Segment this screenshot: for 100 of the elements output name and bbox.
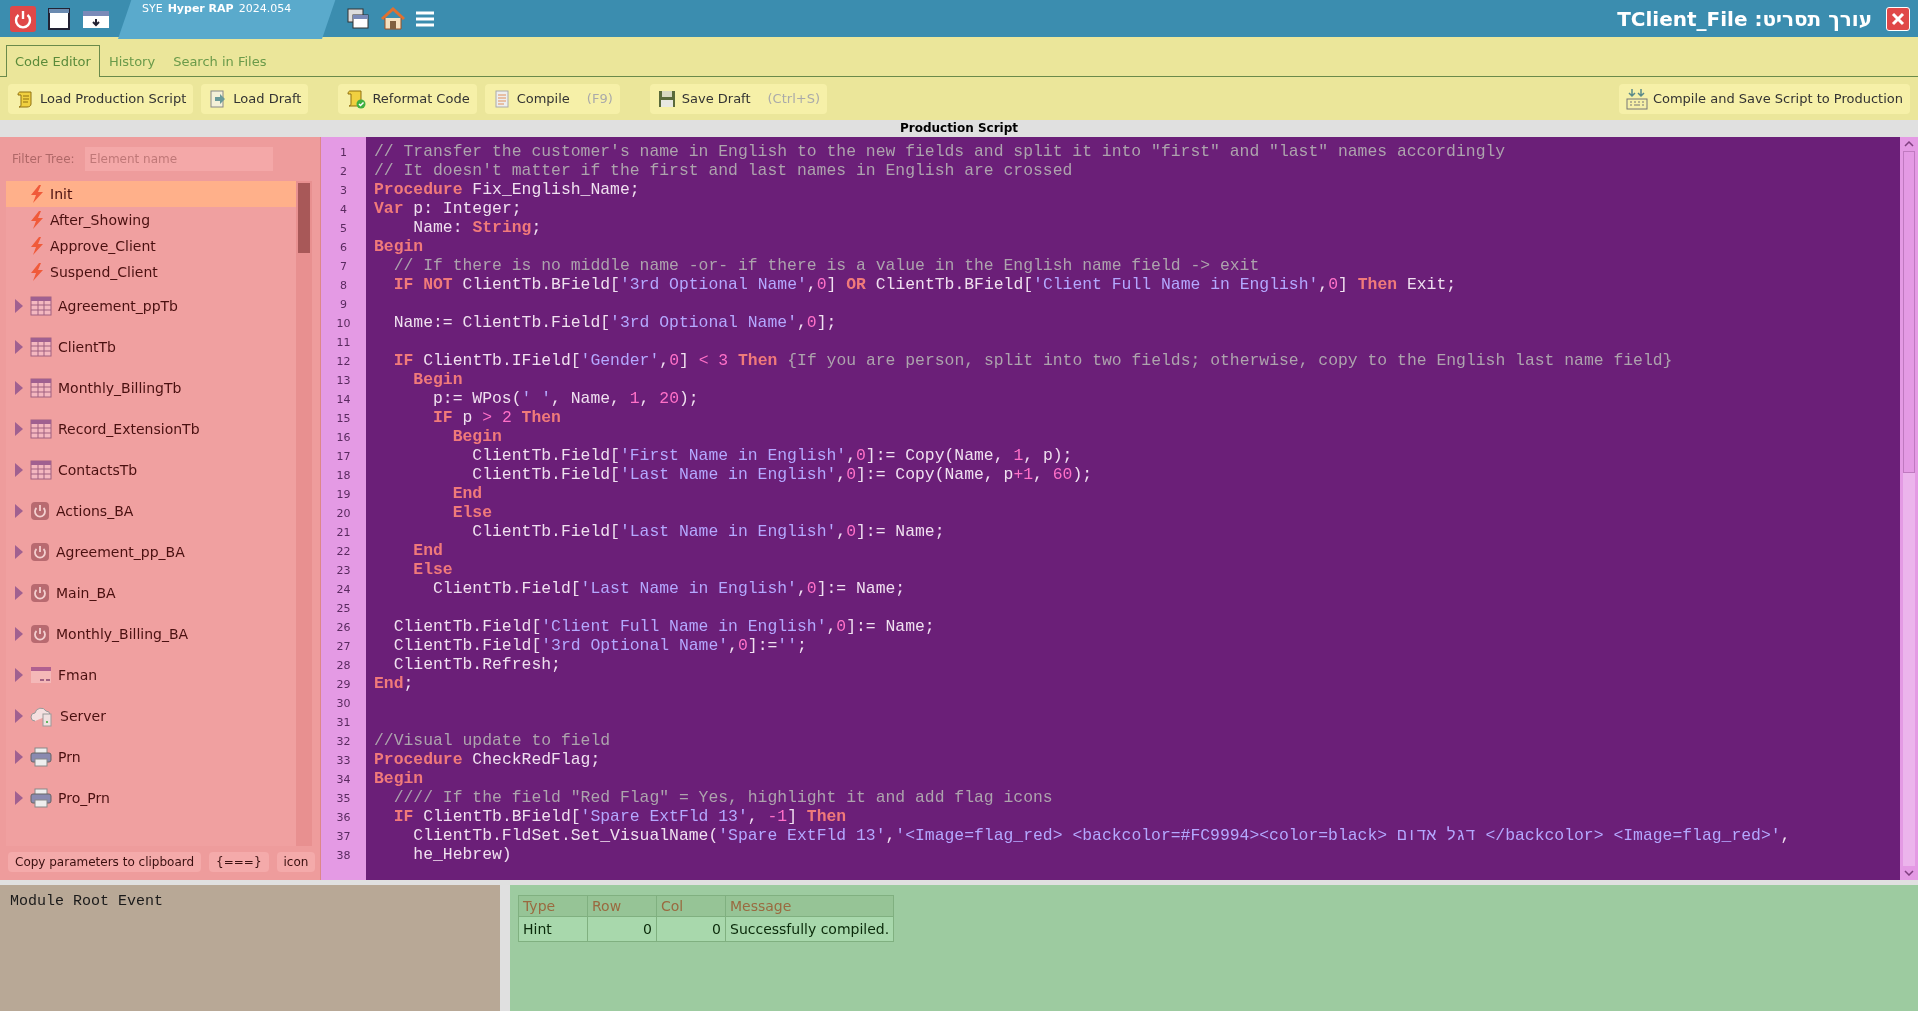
power-icon: [30, 582, 50, 603]
code-line: Begin: [374, 237, 424, 256]
table-icon: [30, 336, 52, 357]
line-number: 24: [335, 582, 352, 598]
power-icon[interactable]: [10, 5, 36, 32]
menu-icon[interactable]: [416, 9, 434, 28]
expand-arrow-icon[interactable]: [14, 667, 24, 682]
tree-item[interactable]: Monthly_BillingTb: [6, 367, 296, 408]
code-line: Procedure CheckRedFlag;: [374, 750, 601, 769]
expand-arrow-icon[interactable]: [14, 708, 24, 723]
column-header: Message: [725, 895, 894, 917]
code-line: ClientTb.Field['First Name in English',0]:= Copy(Name, 1, p);: [471, 446, 1073, 465]
tree-item[interactable]: Approve_Client: [6, 233, 296, 259]
scrollbar[interactable]: [296, 181, 312, 846]
line-number: 16: [335, 430, 352, 446]
printer-icon: [30, 787, 52, 808]
tree-item[interactable]: Server: [6, 695, 296, 736]
tree-item-label: Monthly_Billing_BA: [56, 625, 189, 642]
tree-item[interactable]: Main_BA: [6, 572, 296, 613]
code-line: Begin: [374, 769, 424, 788]
tree-item-label: Approve_Client: [50, 238, 156, 254]
expand-arrow-icon[interactable]: [14, 298, 24, 313]
column-header: Row: [587, 895, 657, 917]
scrollbar[interactable]: [1900, 137, 1918, 880]
expand-arrow-icon[interactable]: [14, 380, 24, 395]
tree-item[interactable]: Agreement_pp_BA: [6, 531, 296, 572]
column-header: Col: [656, 895, 726, 917]
keyboard-arrows-icon: [1625, 87, 1648, 110]
tree-item[interactable]: Actions_BA: [6, 490, 296, 531]
code-line: // Transfer the customer's name in English to the new fields and split it into "first" and "last" names accordingly: [374, 142, 1506, 161]
code-line: End: [451, 484, 483, 503]
code-editor[interactable]: [366, 137, 1900, 880]
tree-item[interactable]: Monthly_Billing_BA: [6, 613, 296, 654]
tree-item-label: Record_ExtensionTb: [58, 420, 200, 437]
toolbar-button[interactable]: Load Production Script: [8, 83, 194, 114]
tree-item-label: After_Showing: [50, 212, 151, 228]
scroll-icon: [15, 88, 35, 109]
expand-arrow-icon[interactable]: [14, 626, 24, 641]
expand-arrow-icon[interactable]: [14, 421, 24, 436]
line-number: 17: [335, 449, 352, 465]
line-number: 23: [335, 563, 352, 579]
sidebar-button[interactable]: Copy parameters to clipboard: [8, 852, 202, 872]
expand-arrow-icon[interactable]: [14, 544, 24, 559]
sidebar-button[interactable]: icon: [276, 852, 316, 872]
expand-arrow-icon[interactable]: [14, 503, 24, 518]
app-name: SYE: [142, 2, 163, 15]
line-number: 34: [335, 772, 352, 788]
tree-item[interactable]: ContactsTb: [6, 449, 296, 490]
line-number: 2: [339, 164, 348, 180]
tree-item[interactable]: Pro_Prn: [6, 777, 296, 818]
toolbar-button[interactable]: Compile (F9): [484, 83, 620, 114]
line-number: 38: [335, 848, 352, 864]
table-icon: [30, 418, 52, 439]
toolbar-button[interactable]: Load Draft: [201, 83, 309, 114]
expand-arrow-icon[interactable]: [14, 339, 24, 354]
code-line: Else: [412, 560, 453, 579]
filter-label: Filter Tree:: [12, 152, 75, 166]
sidebar-button[interactable]: {===}: [209, 852, 269, 872]
scroll-down-icon[interactable]: [1904, 870, 1914, 876]
scroll-up-icon[interactable]: [1904, 141, 1914, 147]
expand-arrow-icon[interactable]: [14, 790, 24, 805]
tree-item[interactable]: Agreement_ppTb: [6, 285, 296, 326]
code-line: he_Hebrew): [412, 845, 512, 864]
lightning-icon: [30, 237, 44, 255]
code-line: ClientTb.Field['Client Full Name in English',0]:= Name;: [392, 617, 935, 636]
toolbar-button[interactable]: Compile and Save Script to Production: [1618, 83, 1910, 114]
toolbar-button[interactable]: Save Draft (Ctrl+S): [649, 83, 827, 114]
expand-arrow-icon[interactable]: [14, 749, 24, 764]
tree-item[interactable]: Fman: [6, 654, 296, 695]
maximize-icon[interactable]: [46, 5, 72, 32]
line-number: 30: [335, 696, 352, 712]
toolbar-button[interactable]: Reformat Code: [338, 83, 477, 114]
close-button[interactable]: [1886, 6, 1910, 31]
tree-item[interactable]: Init: [6, 181, 296, 207]
app-product-name: Hyper RAP: [167, 2, 234, 15]
expand-arrow-icon[interactable]: [14, 585, 24, 600]
tree-item[interactable]: After_Showing: [6, 207, 296, 233]
windows-icon[interactable]: [346, 6, 370, 31]
tree-item-label: Actions_BA: [56, 502, 134, 519]
tree-item[interactable]: Record_ExtensionTb: [6, 408, 296, 449]
code-line: IF p > 2 Then: [432, 408, 561, 427]
line-number: 36: [335, 810, 352, 826]
tree-item[interactable]: Prn: [6, 736, 296, 777]
lightning-icon: [30, 263, 44, 281]
home-icon[interactable]: [380, 6, 406, 31]
code-line: ClientTb.Field['3rd Optional Name',0]:='';: [392, 636, 807, 655]
line-number: 32: [335, 734, 352, 750]
table-icon: [30, 459, 52, 480]
code-line: Procedure Fix_English_Name;: [374, 180, 640, 199]
tree-item[interactable]: Suspend_Client: [6, 259, 296, 285]
window-icon: [30, 665, 52, 684]
window-title: עורך תסריט: TClient_File: [1617, 6, 1872, 31]
line-number: 37: [335, 829, 352, 845]
line-number: 4: [339, 202, 348, 218]
code-line: ClientTb.Refresh;: [392, 655, 561, 674]
tree-item[interactable]: ClientTb: [6, 326, 296, 367]
tree-item-label: Server: [60, 707, 106, 724]
tree-item-label: Agreement_ppTb: [58, 297, 178, 314]
expand-arrow-icon[interactable]: [14, 462, 24, 477]
tree-item-label: Monthly_BillingTb: [58, 379, 182, 396]
